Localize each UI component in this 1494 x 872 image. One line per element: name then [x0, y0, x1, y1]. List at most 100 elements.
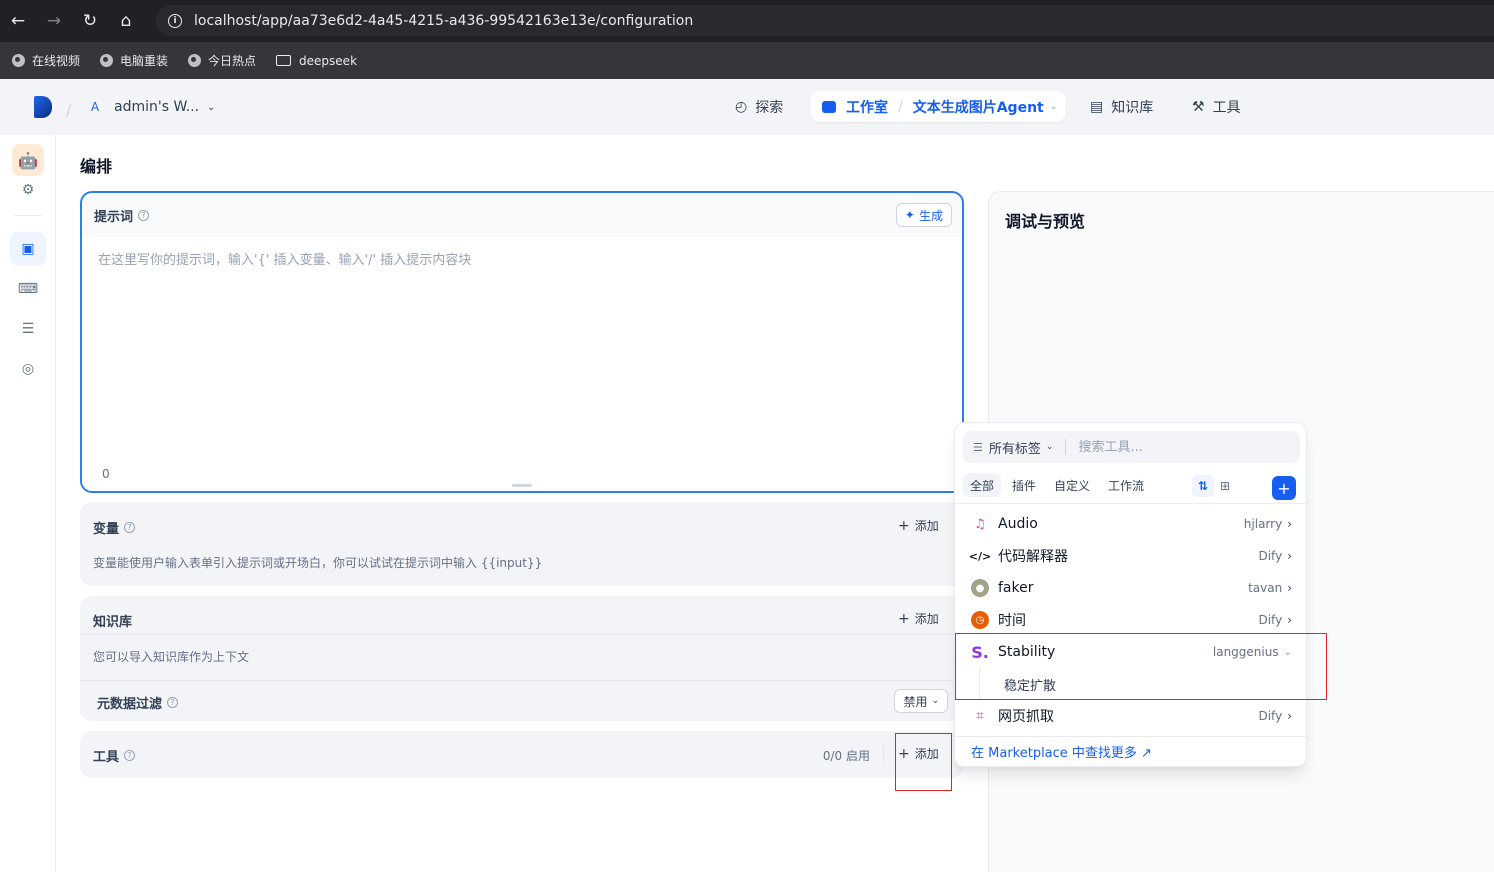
tool-item-code-interpreter[interactable]: </> 代码解释器 Dify › [955, 540, 1306, 572]
tab-workflow[interactable]: 工作流 [1101, 473, 1151, 497]
clock-icon: ◷ [971, 611, 989, 629]
generate-button[interactable]: ✦ 生成 [895, 203, 952, 227]
prompt-placeholder: 在这里写你的提示词，输入'{' 插入变量、输入'/' 插入提示内容块 [98, 253, 472, 268]
prompt-label: 提示词 [94, 209, 134, 225]
nav-explore[interactable]: ◴ 探索 [735, 92, 783, 122]
variables-description: 变量能使用户输入表单引入提示词或开场白，你可以试试在提示词中输入 {{input… [93, 556, 543, 570]
add-custom-tool-button[interactable]: + [1272, 476, 1296, 500]
chevron-right-icon: › [1287, 613, 1292, 627]
bookmark-item[interactable]: 在线视频 [12, 52, 80, 69]
sparkle-icon: ✦ [904, 208, 915, 222]
tab-plugins[interactable]: 插件 [1005, 473, 1043, 497]
code-icon: </> [968, 549, 992, 563]
globe-icon [12, 54, 25, 67]
chevron-right-icon: › [1287, 581, 1292, 595]
workspace-switcher[interactable]: A admin's W... ⌄ [86, 95, 216, 119]
tool-tabs: 全部 插件 自定义 工作流 [963, 473, 1155, 497]
tree-view-icon[interactable]: ⊞ [1214, 475, 1236, 497]
marketplace-link[interactable]: 在 Marketplace 中查找更多 ↗ [955, 736, 1306, 766]
add-variable-button[interactable]: + 添加 [898, 517, 939, 534]
globe-icon [100, 54, 114, 67]
url-text: localhost/app/aa73e6d2-4a45-4215-a436-99… [194, 12, 694, 29]
sidebar-item-monitoring[interactable]: ◎ [10, 352, 46, 386]
reload-icon[interactable]: ↻ [72, 3, 108, 39]
knowledge-description: 您可以导入知识库作为上下文 [93, 650, 250, 664]
robot-icon [822, 100, 836, 113]
tool-sub-item-stable-diffusion[interactable]: 稳定扩散 [979, 668, 1314, 700]
bookmark-folder[interactable]: deepseek [276, 54, 357, 68]
settings-sliders-icon[interactable]: ⚙ [10, 175, 46, 205]
help-icon[interactable]: ? [167, 697, 179, 708]
browser-toolbar: ← → ↻ ⌂ i localhost/app/aa73e6d2-4a45-42… [0, 0, 1494, 42]
back-icon[interactable]: ← [0, 3, 36, 39]
app-header: / A admin's W... ⌄ ◴ 探索 工作室 / 文本生成图片Agen… [0, 79, 1494, 135]
tool-item-audio[interactable]: ♫ Audio hjlarry › [955, 508, 1306, 540]
audio-icon: ♫ [974, 516, 986, 532]
add-knowledge-button[interactable]: + 添加 [898, 610, 939, 627]
nav-knowledge[interactable]: ▤ 知识库 [1090, 92, 1153, 122]
tool-item-stability[interactable]: S. Stability langgenius ⌄ [955, 636, 1306, 668]
chevron-down-icon: ⌄ [1049, 101, 1058, 112]
web-scraper-icon: ⌗ [976, 708, 984, 724]
chevron-down-icon: ⌄ [1283, 646, 1292, 658]
chevron-right-icon: › [1287, 549, 1292, 563]
help-icon[interactable]: ? [124, 522, 136, 533]
bookmark-item[interactable]: 今日热点 [188, 52, 256, 69]
plus-icon: + [898, 610, 910, 627]
tools-section: 工具 ? 0/0 启用 + 添加 [80, 731, 964, 778]
faker-icon: ● [971, 579, 989, 597]
forward-icon[interactable]: → [36, 3, 72, 39]
view-toggle: ⇅ ⊞ [1192, 475, 1236, 497]
nav-tools[interactable]: ⚒ 工具 [1192, 92, 1241, 122]
tool-item-web-scraper[interactable]: ⌗ 网页抓取 Dify › [955, 700, 1306, 732]
tool-search-input[interactable] [1078, 439, 1269, 455]
chevron-down-icon: ⌄ [1045, 442, 1054, 452]
add-tool-button[interactable]: + 添加 [898, 745, 939, 762]
globe-icon [188, 54, 202, 67]
variables-label: 变量 [93, 522, 120, 537]
tools-label: 工具 [93, 750, 120, 765]
tool-item-time[interactable]: ◷ 时间 Dify › [955, 604, 1306, 636]
tab-custom[interactable]: 自定义 [1047, 473, 1097, 497]
dify-logo[interactable] [34, 96, 52, 118]
help-icon[interactable]: ? [138, 209, 150, 221]
plus-icon: + [898, 745, 910, 762]
bookmark-item[interactable]: 电脑重装 [100, 52, 168, 69]
workspace-name: admin's W... [114, 99, 200, 115]
current-app-name[interactable]: 文本生成图片Agent [913, 97, 1044, 117]
tools-enabled-count: 0/0 启用 [822, 749, 870, 763]
resize-handle[interactable] [512, 484, 532, 487]
site-info-icon[interactable]: i [168, 13, 182, 28]
chevron-down-icon: ⌄ [207, 101, 216, 113]
header-separator: / [66, 100, 72, 119]
app-robot-icon[interactable]: 🤖 [12, 144, 44, 176]
workspace-avatar: A [90, 100, 100, 114]
sidebar-item-api[interactable]: ⌨ [10, 272, 46, 306]
help-icon[interactable]: ? [124, 750, 136, 761]
prompt-char-count: 0 [102, 467, 110, 481]
address-bar[interactable]: i localhost/app/aa73e6d2-4a45-4215-a436-… [156, 5, 1494, 36]
tag-filter[interactable]: 所有标签 [989, 438, 1041, 457]
filter-icon: ☰ [973, 440, 983, 454]
book-icon: ▤ [1090, 99, 1104, 115]
home-icon[interactable]: ⌂ [108, 3, 144, 39]
plus-icon: + [898, 517, 910, 534]
tool-item-faker[interactable]: ● faker tavan › [955, 572, 1306, 604]
app-sidebar: 🤖 ⚙ ▣ ⌨ ☰ ◎ [0, 135, 56, 872]
sidebar-item-logs[interactable]: ☰ [10, 312, 46, 346]
prompt-input[interactable]: 在这里写你的提示词，输入'{' 插入变量、输入'/' 插入提示内容块 [82, 237, 962, 491]
sidebar-item-orchestrate[interactable]: ▣ [10, 232, 46, 266]
stability-icon: S. [971, 642, 989, 662]
chevron-right-icon: › [1287, 709, 1292, 723]
bookmarks-bar: 在线视频 电脑重装 今日热点 deepseek [0, 42, 1494, 79]
prompt-editor-card: 提示词 ? ✦ 生成 在这里写你的提示词，输入'{' 插入变量、输入'/' 插入… [80, 191, 964, 493]
sort-az-icon[interactable]: ⇅ [1192, 475, 1214, 497]
folder-icon [276, 55, 292, 66]
knowledge-label: 知识库 [93, 615, 133, 630]
nav-studio[interactable]: 工作室 / 文本生成图片Agent ⌄ [810, 91, 1066, 122]
tab-all[interactable]: 全部 [963, 473, 1002, 497]
hammer-icon: ⚒ [1192, 99, 1205, 115]
page-title: 编排 [80, 157, 113, 176]
chevron-right-icon: › [1287, 517, 1292, 531]
metadata-filter-select[interactable]: 禁用 ⌄ [894, 689, 948, 713]
